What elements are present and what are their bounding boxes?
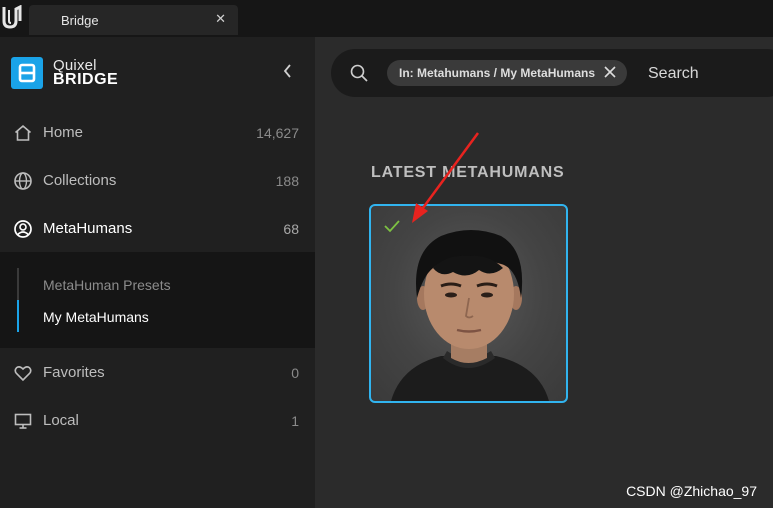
sidebar-item-count: 1: [291, 413, 299, 429]
sidebar-item-label: Home: [43, 124, 84, 141]
remove-filter-icon[interactable]: [603, 65, 617, 79]
sidebar-item-count: 68: [283, 221, 299, 237]
sidebar-item-label: MetaHumans: [43, 220, 133, 237]
filter-chip[interactable]: In: Metahumans / My MetaHumans: [387, 60, 628, 86]
title-bar: Bridge ✕: [0, 0, 773, 37]
sidebar-item-count: 14,627: [256, 125, 299, 141]
bridge-logo-icon: [11, 57, 43, 89]
submenu-item-metahuman-presets[interactable]: MetaHuman Presets: [43, 277, 171, 293]
sidebar-item-count: 0: [291, 365, 299, 381]
chevron-left-icon: [283, 64, 291, 78]
metahumans-submenu: MetaHuman Presets My MetaHumans: [0, 252, 315, 348]
sidebar-item-local[interactable]: Local 1: [0, 401, 315, 441]
sidebar-item-favorites[interactable]: Favorites 0: [0, 353, 315, 393]
sidebar-item-label: Favorites: [43, 364, 105, 381]
heart-icon: [14, 366, 32, 382]
sidebar-item-count: 188: [275, 173, 299, 189]
tab-close-button[interactable]: ✕: [215, 11, 226, 27]
sidebar: Quixel BRIDGE Home 14,627 Collections 18…: [0, 37, 315, 508]
tab-title: Bridge: [61, 13, 99, 28]
search-icon[interactable]: [349, 63, 369, 83]
tab-bridge[interactable]: Bridge ✕: [29, 5, 238, 35]
user-circle-icon: [14, 220, 32, 238]
section-title: LATEST METAHUMANS: [371, 164, 565, 181]
watermark: CSDN @Zhichao_97: [626, 483, 757, 499]
globe-icon: [14, 172, 32, 190]
sidebar-item-label: Collections: [43, 172, 117, 189]
filter-chip-label: In: Metahumans / My MetaHumans: [399, 66, 596, 80]
metahuman-portrait: [391, 230, 549, 401]
sidebar-item-collections[interactable]: Collections 188: [0, 161, 315, 201]
home-icon: [14, 124, 32, 141]
main-content: In: Metahumans / My MetaHumans LATEST ME…: [315, 37, 773, 508]
search-bar[interactable]: In: Metahumans / My MetaHumans: [331, 49, 773, 97]
monitor-icon: [14, 413, 32, 429]
metahuman-card[interactable]: [369, 204, 568, 403]
sidebar-item-label: Local: [43, 412, 79, 429]
quixel-bridge-logo: Quixel BRIDGE: [11, 56, 118, 90]
submenu-item-my-metahumans[interactable]: My MetaHumans: [43, 309, 149, 325]
brand-line2: BRIDGE: [53, 71, 119, 88]
submenu-active-indicator: [17, 300, 19, 332]
search-input[interactable]: [648, 62, 773, 86]
downloaded-check-icon: [384, 220, 400, 233]
sidebar-item-home[interactable]: Home 14,627: [0, 113, 315, 153]
sidebar-item-metahumans[interactable]: MetaHumans 68: [0, 209, 315, 249]
unreal-logo-icon: [0, 2, 24, 32]
collapse-sidebar-button[interactable]: [278, 61, 298, 81]
